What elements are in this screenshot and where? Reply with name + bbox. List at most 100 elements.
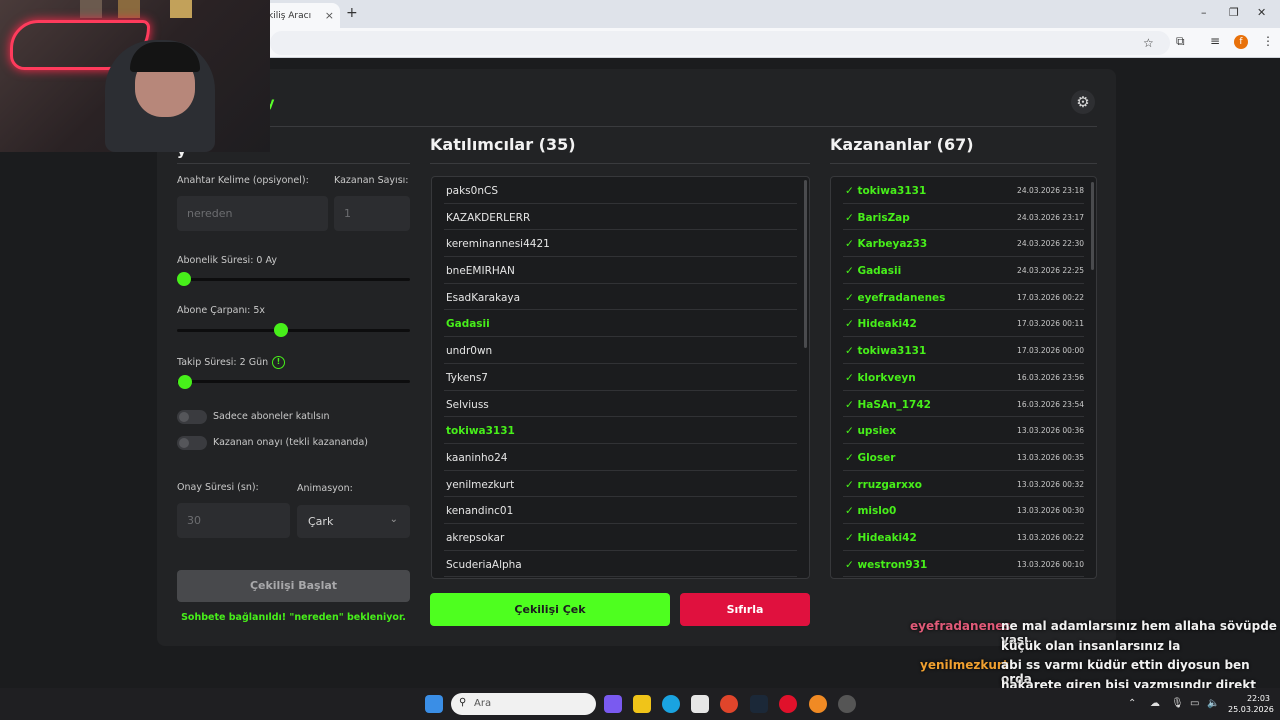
winner-row[interactable]: ✓ westron931 13.03.2026 00:10 [843, 551, 1084, 578]
participant-row[interactable]: Tykens7 [444, 364, 797, 391]
start-giveaway-button[interactable]: Çekilişi Başlat [177, 570, 410, 602]
winner-date: 17.03.2026 00:22 [1017, 292, 1084, 302]
participant-row[interactable]: paks0nCS [444, 177, 797, 204]
tray-cloud-icon[interactable]: ☁ [1150, 698, 1160, 709]
winner-name: ✓ rruzgarxxo [845, 478, 922, 491]
store-icon[interactable] [691, 695, 709, 713]
winner-row[interactable]: ✓ Gloser 13.03.2026 00:35 [843, 444, 1084, 471]
extensions-icon[interactable]: ⧉ [1176, 34, 1185, 49]
chrome-icon[interactable] [720, 695, 738, 713]
participant-row[interactable]: bneEMIRHAN [444, 257, 797, 284]
participant-row[interactable]: kaaninho24 [444, 444, 797, 471]
winner-confirm-label: Kazanan onayı (tekli kazananda) [213, 437, 368, 448]
restore-icon[interactable]: ❐ [1229, 6, 1239, 19]
participants-scrollbar[interactable] [804, 180, 807, 348]
settings-divider [177, 163, 410, 164]
winner-row[interactable]: ✓ rruzgarxxo 13.03.2026 00:32 [843, 471, 1084, 498]
confirm-time-input[interactable]: 30 [177, 503, 290, 538]
winner-row[interactable]: ✓ BarisZap 24.03.2026 23:17 [843, 204, 1084, 231]
steam-icon[interactable] [750, 695, 768, 713]
profile-avatar[interactable]: f [1234, 35, 1248, 49]
participant-row[interactable]: KAZAKDERLERR [444, 204, 797, 231]
bookmark-star-icon[interactable]: ☆ [1143, 36, 1154, 50]
winner-row[interactable]: ✓ Hideaki42 17.03.2026 00:11 [843, 310, 1084, 338]
chevron-down-icon: ⌄ [389, 514, 398, 525]
follow-duration-slider[interactable] [177, 380, 410, 383]
winners-scrollbar[interactable] [1091, 182, 1094, 270]
participant-row[interactable]: ScuderiaAlpha [444, 551, 797, 578]
winner-row[interactable]: ✓ tokiwa3131 24.03.2026 23:18 [843, 177, 1084, 204]
participant-row[interactable]: undr0wn [444, 337, 797, 364]
reset-button[interactable]: Sıfırla [680, 593, 810, 626]
animation-label: Animasyon: [297, 483, 353, 494]
widgets-icon[interactable] [604, 695, 622, 713]
taskbar-search[interactable]: ⚲ Ara [451, 693, 596, 715]
media-controls-icon[interactable]: ≡ [1210, 34, 1220, 48]
participant-row[interactable]: EsadKarakaya [444, 284, 797, 311]
network-icon[interactable]: ▭ [1190, 698, 1199, 709]
winner-name: ✓ westron931 [845, 558, 928, 571]
subs-only-toggle[interactable] [177, 410, 207, 424]
sub-multiplier-knob[interactable] [274, 323, 288, 337]
winner-name: ✓ mislo0 [845, 505, 897, 518]
winner-name: ✓ HaSAn_1742 [845, 398, 931, 411]
microphone-icon[interactable]: 🎙 [1171, 698, 1184, 709]
file-explorer-icon[interactable] [633, 695, 651, 713]
winner-row[interactable]: ✓ upsiex 13.03.2026 00:36 [843, 417, 1084, 444]
participants-list[interactable]: paks0nCS KAZAKDERLERR kereminannesi4421 bne… [431, 176, 810, 579]
winner-count-input[interactable]: 1 [334, 196, 410, 231]
sub-multiplier-slider[interactable] [177, 329, 410, 332]
participant-row[interactable]: yenilmezkurt [444, 471, 797, 498]
winner-row[interactable]: ✓ klorkveyn 16.03.2026 23:56 [843, 364, 1084, 391]
participant-row[interactable]: tokiwa3131 [444, 417, 797, 444]
volume-icon[interactable]: 🔈 [1207, 698, 1219, 709]
winner-date: 13.03.2026 00:30 [1017, 506, 1084, 516]
winner-row[interactable]: ✓ mislo0 13.03.2026 00:30 [843, 497, 1084, 524]
confirm-time-label: Onay Süresi (sn): [177, 482, 259, 493]
minimize-icon[interactable]: – [1201, 6, 1207, 19]
close-window-icon[interactable]: ✕ [1257, 6, 1266, 19]
participant-row[interactable]: Gadasii [444, 310, 797, 338]
follow-duration-knob[interactable] [178, 375, 192, 389]
follow-duration-label: Takip Süresi: 2 Gün [177, 357, 269, 368]
settings-gear-icon[interactable]: ⚙ [1071, 90, 1095, 114]
draw-winner-button[interactable]: Çekilişi Çek [430, 593, 670, 626]
chat-username: yenilmezkurt [920, 658, 1009, 672]
windows-start-icon[interactable] [425, 695, 443, 713]
winner-row[interactable]: ✓ tokiwa3131 17.03.2026 00:00 [843, 337, 1084, 364]
winner-row[interactable]: ✓ HaSAn_1742 16.03.2026 23:54 [843, 391, 1084, 418]
info-icon[interactable]: ! [272, 356, 285, 369]
winner-confirm-toggle[interactable] [177, 436, 207, 450]
new-tab-button[interactable]: + [346, 5, 358, 21]
participant-row[interactable]: kereminannesi4421 [444, 230, 797, 258]
participants-title: Katılımcılar (35) [430, 135, 576, 154]
taskbar-clock[interactable]: 22:03 25.03.2026 [1228, 693, 1274, 715]
tab-close-icon[interactable]: × [325, 9, 334, 22]
tray-chevron-icon[interactable]: ⌃ [1128, 698, 1136, 709]
sub-duration-knob[interactable] [177, 272, 191, 286]
participant-row[interactable]: akrepsokar [444, 524, 797, 551]
edge-icon[interactable] [662, 695, 680, 713]
winner-name: ✓ Hideaki42 [845, 531, 917, 544]
winner-row[interactable]: ✓ Karbeyaz33 24.03.2026 22:30 [843, 230, 1084, 258]
app-icon[interactable] [838, 695, 856, 713]
winner-row[interactable]: ✓ eyefradanenes 17.03.2026 00:22 [843, 284, 1084, 311]
participant-row[interactable]: kenandinc01 [444, 497, 797, 524]
winner-name: ✓ klorkveyn [845, 371, 916, 384]
chat-message-line: küçük olan insanlarsınız la [1001, 638, 1181, 653]
winner-row[interactable]: ✓ Hideaki42 13.03.2026 00:22 [843, 524, 1084, 551]
sub-duration-slider[interactable] [177, 278, 410, 281]
chrome-active-icon[interactable] [809, 695, 827, 713]
keyword-input[interactable]: nereden [177, 196, 328, 231]
webcam-overlay [0, 0, 270, 152]
animation-select[interactable]: Çark ⌄ [297, 505, 410, 538]
menu-icon[interactable]: ⋮ [1262, 34, 1274, 48]
winners-divider [830, 163, 1097, 164]
winner-row[interactable]: ✓ Gadasii 24.03.2026 22:25 [843, 257, 1084, 284]
sub-duration-label: Abonelik Süresi: 0 Ay [177, 255, 277, 266]
opera-icon[interactable] [779, 695, 797, 713]
participant-row[interactable]: Selviuss [444, 391, 797, 418]
address-bar[interactable]: ☆ [270, 31, 1170, 55]
winners-list[interactable]: ✓ tokiwa3131 24.03.2026 23:18 ✓ BarisZap 24… [830, 176, 1097, 579]
sub-multiplier-label: Abone Çarpanı: 5x [177, 305, 265, 316]
